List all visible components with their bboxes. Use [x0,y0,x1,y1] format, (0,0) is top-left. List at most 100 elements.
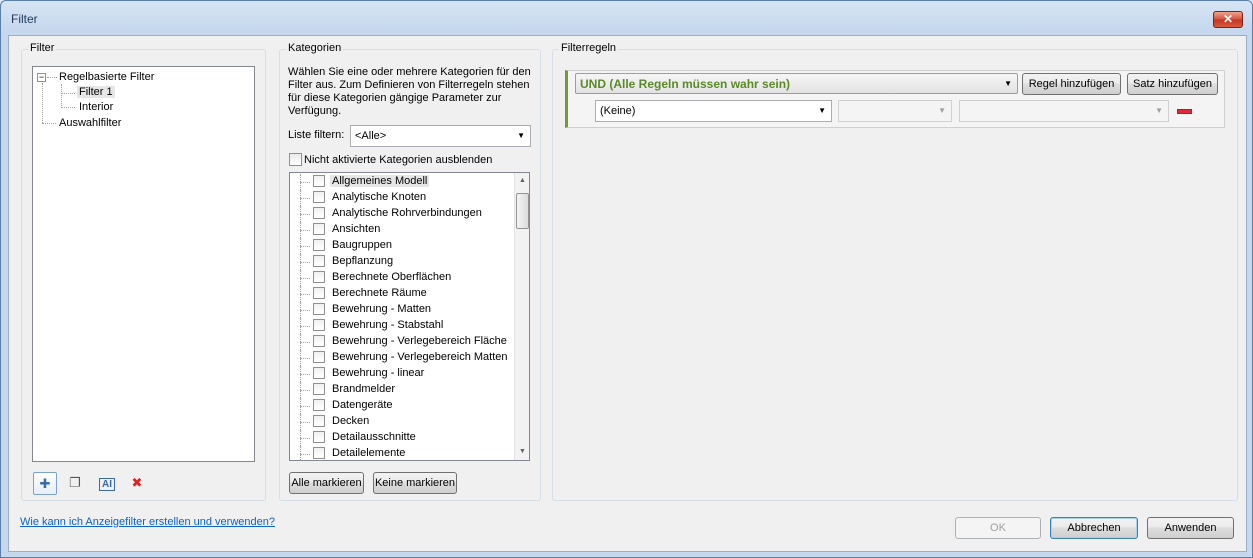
category-list-item[interactable]: Baugruppen [290,238,515,254]
category-checkbox[interactable] [313,367,325,379]
category-checkbox[interactable] [313,191,325,203]
cancel-button[interactable]: Abbrechen [1050,517,1138,539]
tree-item-rule-based-filters[interactable]: Regelbasierte Filter [59,71,154,83]
delete-filter-button[interactable]: ✖ [125,472,149,495]
category-checkbox[interactable] [313,239,325,251]
scrollbar-thumb[interactable] [516,193,529,229]
help-link[interactable]: Wie kann ich Anzeigefilter erstellen und… [20,516,275,528]
category-list-item[interactable]: Brandmelder [290,382,515,398]
list-filter-dropdown[interactable]: <Alle> ▼ [350,125,531,147]
category-checkbox[interactable] [313,175,325,187]
category-label: Bewehrung - linear [332,367,425,379]
select-none-button[interactable]: Keine markieren [373,472,457,494]
category-list-item[interactable]: Datengeräte [290,398,515,414]
category-list-item[interactable]: Bewehrung - linear [290,366,515,382]
category-checkbox[interactable] [313,399,325,411]
category-list-item[interactable]: Detailausschnitte [290,430,515,446]
category-list-item[interactable]: Bewehrung - Stabstahl [290,318,515,334]
categories-description: Wählen Sie eine oder mehrere Kategorien … [288,66,531,117]
ok-button[interactable]: OK [955,517,1041,539]
tree-item-interior[interactable]: Interior [79,101,113,113]
rule-value-dropdown[interactable]: ▼ [959,100,1169,122]
category-checkbox[interactable] [313,271,325,283]
category-list-item[interactable]: Allgemeines Modell [290,174,515,190]
category-list-item[interactable]: Ansichten [290,222,515,238]
scroll-up-icon[interactable]: ▲ [515,173,529,189]
rule-logic-value: UND (Alle Regeln müssen wahr sein) [580,77,791,91]
tree-item-selection-filter[interactable]: Auswahlfilter [59,117,121,129]
tree-connector [300,214,310,215]
category-list-item[interactable]: Berechnete Räume [290,286,515,302]
category-checkbox[interactable] [313,303,325,315]
tree-connector [300,390,310,391]
category-list-item[interactable]: Bewehrung - Verlegebereich Fläche [290,334,515,350]
tree-item-filter-1[interactable]: Filter 1 [77,86,115,98]
rule-logic-dropdown[interactable]: UND (Alle Regeln müssen wahr sein) ▼ [575,73,1018,94]
category-list[interactable]: Detailelemente Detailausschnitte Decken Dat… [289,172,530,461]
category-checkbox[interactable] [313,383,325,395]
category-list-item[interactable]: Bepflanzung [290,254,515,270]
tree-connector [300,326,310,327]
category-list-item[interactable]: Analytische Knoten [290,190,515,206]
category-label: Berechnete Oberflächen [332,271,452,283]
category-label: Bewehrung - Matten [332,303,432,315]
category-checkbox[interactable] [313,415,325,427]
category-checkbox[interactable] [313,287,325,299]
category-checkbox[interactable] [313,335,325,347]
rule-operator-dropdown[interactable]: ▼ [838,100,952,122]
add-rule-button[interactable]: Regel hinzufügen [1022,73,1121,95]
hide-unchecked-checkbox[interactable] [289,153,302,166]
new-filter-button[interactable]: ✚ [33,472,57,495]
category-checkbox[interactable] [313,207,325,219]
category-checkbox[interactable] [313,351,325,363]
rename-filter-button[interactable]: AI [95,472,119,495]
tree-collapse-icon[interactable]: − [37,73,46,82]
category-list-item[interactable]: Berechnete Oberflächen [290,270,515,286]
category-list-item[interactable]: Analytische Rohrverbindungen [290,206,515,222]
category-list-item[interactable]: Bewehrung - Matten [290,302,515,318]
list-filter-value: <Alle> [355,130,387,142]
filter-group-title: Filter [28,42,57,54]
tree-connector [300,342,310,343]
rule-parameter-dropdown[interactable]: (Keine) ▼ [595,100,832,122]
add-set-button[interactable]: Satz hinzufügen [1127,73,1218,95]
tree-connector [300,230,310,231]
tree-connector [61,107,75,108]
chevron-down-icon: ▼ [818,106,826,115]
category-checkbox[interactable] [313,223,325,235]
category-list-scrollbar[interactable]: ▲ ▼ [514,173,529,460]
category-label: Detailausschnitte [332,431,416,443]
category-checkbox[interactable] [313,319,325,331]
tree-connector [42,123,56,124]
chevron-down-icon: ▼ [1004,79,1012,88]
category-list-item[interactable]: Decken [290,414,515,430]
category-checkbox[interactable] [313,447,325,459]
tree-connector [61,93,75,94]
hide-unchecked-label: Nicht aktivierte Kategorien ausblenden [304,154,493,166]
category-list-item[interactable]: Detailelemente [290,446,515,460]
apply-button[interactable]: Anwenden [1147,517,1234,539]
category-list-item[interactable]: Bewehrung - Verlegebereich Matten [290,350,515,366]
select-all-button[interactable]: Alle markieren [289,472,364,494]
category-label: Bepflanzung [332,255,394,267]
tree-connector [42,83,43,123]
tree-connector [300,406,310,407]
close-button[interactable]: ✕ [1213,11,1243,28]
scroll-down-icon[interactable]: ▼ [515,444,529,460]
tree-connector [300,294,310,295]
title-bar: Filter ✕ [1,1,1252,35]
category-checkbox[interactable] [313,431,325,443]
category-checkbox[interactable] [313,255,325,267]
delete-filter-icon: ✖ [131,475,143,490]
category-label: Detailelemente [332,447,406,459]
tree-connector [300,438,310,439]
tree-item-label: Filter 1 [77,86,115,98]
filter-tree[interactable]: − Regelbasierte Filter Filter 1 Interior… [32,66,255,462]
remove-rule-icon[interactable] [1177,109,1192,114]
rule-parameter-value: (Keine) [600,105,636,117]
duplicate-filter-button[interactable]: ❐ [63,472,87,495]
category-label: Analytische Rohrverbindungen [332,207,482,219]
category-label: Baugruppen [332,239,392,251]
tree-connector [300,246,310,247]
close-icon: ✕ [1222,12,1234,26]
